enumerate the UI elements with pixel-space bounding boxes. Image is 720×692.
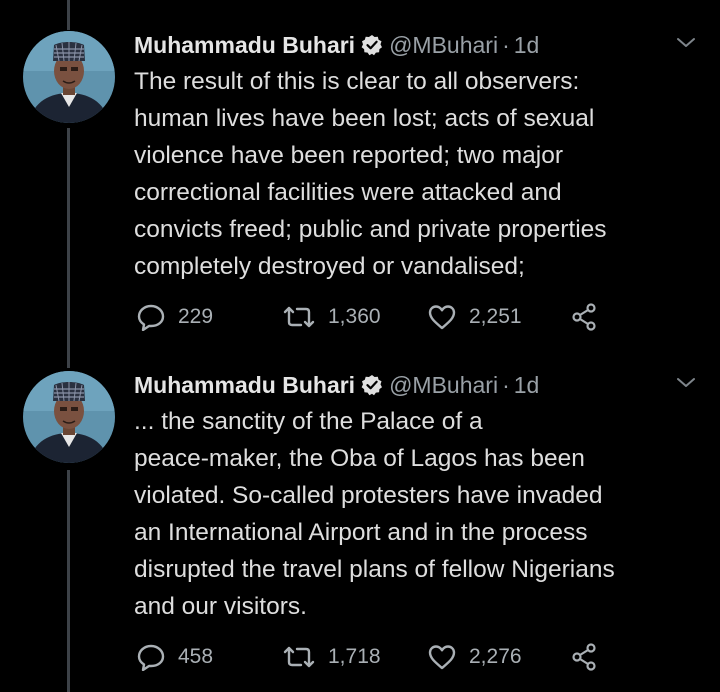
header-separator: · — [502, 31, 510, 58]
retweet-count: 1,718 — [328, 645, 381, 668]
tweet-text-line: an International Airport and in the proc… — [134, 519, 588, 546]
avatar[interactable] — [23, 371, 115, 463]
tweet-timestamp[interactable]: 1d — [514, 32, 540, 59]
retweet-button[interactable]: 1,718 — [282, 642, 381, 672]
like-icon — [428, 305, 456, 330]
like-icon — [428, 645, 456, 670]
share-button[interactable] — [571, 642, 613, 672]
share-icon — [572, 643, 596, 671]
tweet-text-line: The result of this is clear to all obser… — [134, 68, 580, 95]
tweet-header: Muhammadu Buhari @MBuhari · 1d — [134, 31, 539, 59]
like-button[interactable]: 2,251 — [427, 302, 522, 332]
retweet-count: 1,360 — [328, 305, 381, 328]
tweet-header: Muhammadu Buhari @MBuhari · 1d — [134, 371, 539, 399]
tweet-actions: 229 1,360 2,251 — [0, 302, 720, 332]
author-name[interactable]: Muhammadu Buhari — [134, 32, 355, 59]
author-handle[interactable]: @MBuhari — [389, 372, 498, 399]
tweet-text-line: completely destroyed or vandalised; — [134, 253, 525, 280]
reply-count: 458 — [178, 645, 214, 668]
tweet-text-line: human lives have been lost; acts of sexu… — [134, 105, 595, 132]
tweet-text-line: violence have been reported; two major — [134, 142, 564, 169]
tweet-text-line: violated. So-called protesters have inva… — [134, 482, 603, 509]
verified-badge-icon — [361, 374, 383, 396]
reply-icon — [137, 644, 165, 671]
chevron-down-icon[interactable] — [674, 35, 698, 51]
retweet-icon — [283, 306, 315, 328]
tweet-text: The result of this is clear to all obser… — [134, 63, 704, 285]
chevron-down-icon[interactable] — [674, 375, 698, 391]
like-button[interactable]: 2,276 — [427, 642, 522, 672]
tweet[interactable]: Muhammadu Buhari @MBuhari · 1d ... the s… — [0, 369, 720, 692]
author-name[interactable]: Muhammadu Buhari — [134, 372, 355, 399]
reply-button[interactable]: 229 — [136, 302, 213, 332]
tweet-actions: 458 1,718 2,276 — [0, 642, 720, 672]
profile-photo — [23, 31, 115, 123]
avatar[interactable] — [23, 31, 115, 123]
tweet-text: ... the sanctity of the Palace of a peac… — [134, 403, 704, 625]
author-handle[interactable]: @MBuhari — [389, 32, 498, 59]
tweet-text-line: convicts freed; public and private prope… — [134, 216, 607, 243]
tweet[interactable]: Muhammadu Buhari @MBuhari · 1d The resul… — [0, 29, 720, 349]
reply-button[interactable]: 458 — [136, 642, 213, 672]
share-icon — [572, 303, 596, 331]
like-count: 2,251 — [469, 305, 522, 328]
retweet-button[interactable]: 1,360 — [282, 302, 381, 332]
reply-icon — [137, 304, 165, 331]
tweet-text-line: ... the sanctity of the Palace of a — [134, 408, 483, 435]
verified-badge-icon — [361, 34, 383, 56]
tweet-text-line: and our visitors. — [134, 593, 307, 620]
tweet-text-line: correctional facilities were attacked an… — [134, 179, 562, 206]
share-button[interactable] — [571, 302, 613, 332]
profile-photo — [23, 371, 115, 463]
reply-count: 229 — [178, 305, 214, 328]
like-count: 2,276 — [469, 645, 522, 668]
tweet-text-line: disrupted the travel plans of fellow Nig… — [134, 556, 615, 583]
tweet-text-line: peace-maker, the Oba of Lagos has been — [134, 445, 585, 472]
retweet-icon — [283, 646, 315, 668]
header-separator: · — [502, 371, 510, 398]
tweet-timestamp[interactable]: 1d — [514, 372, 540, 399]
thread-line-top — [67, 0, 70, 30]
